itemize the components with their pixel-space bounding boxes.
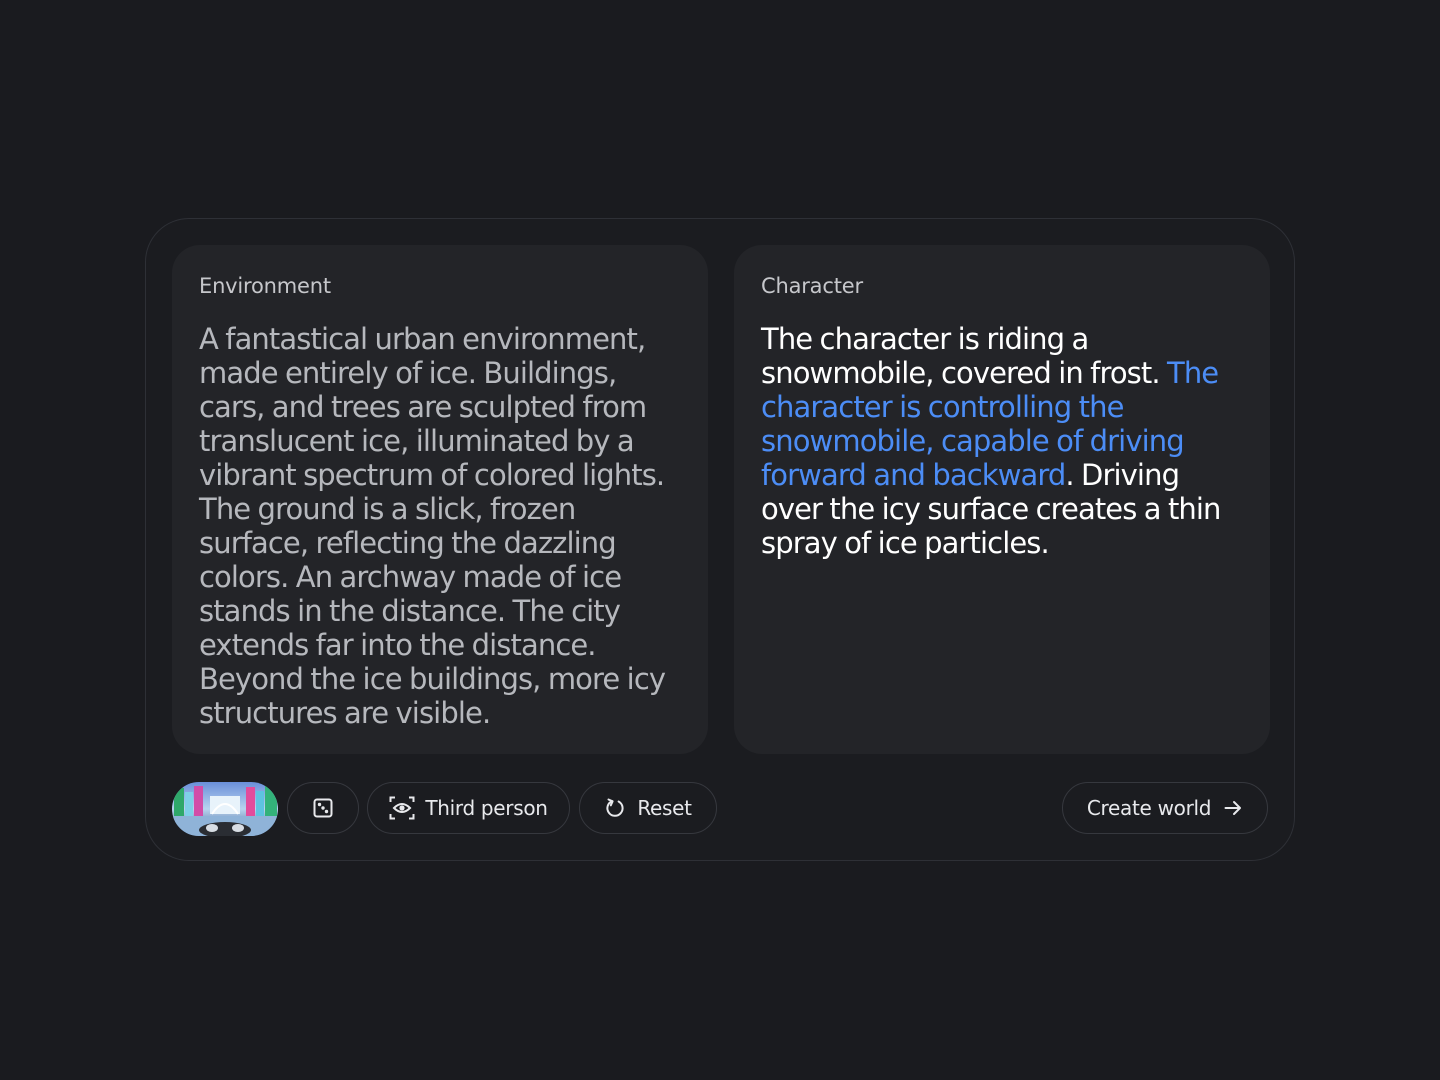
camera-mode-label: Third person: [425, 796, 548, 820]
create-world-label: Create world: [1086, 796, 1212, 820]
reset-button[interactable]: Reset: [579, 782, 717, 834]
reset-icon: [604, 797, 626, 819]
randomize-button[interactable]: [287, 782, 359, 834]
character-text-start: The character is riding a snowmobile, co…: [761, 322, 1167, 390]
controls-bar: Third person Reset Create world: [172, 781, 1268, 837]
dice-icon: [312, 797, 334, 819]
environment-label: Environment: [199, 274, 331, 298]
create-world-button[interactable]: Create world: [1062, 782, 1268, 834]
camera-mode-button[interactable]: Third person: [367, 782, 570, 834]
character-text[interactable]: The character is riding a snowmobile, co…: [761, 322, 1244, 560]
eye-icon: [389, 796, 415, 820]
reset-label: Reset: [637, 796, 692, 820]
arrow-right-icon: [1223, 798, 1243, 818]
environment-text[interactable]: A fantastical urban environment, made en…: [199, 322, 682, 730]
ice-city-thumbnail[interactable]: [172, 782, 278, 836]
character-card[interactable]: Character The character is riding a snow…: [734, 245, 1270, 754]
environment-card[interactable]: Environment A fantastical urban environm…: [172, 245, 708, 754]
ice-city-thumbnail-image: [172, 782, 278, 836]
character-label: Character: [761, 274, 863, 298]
prompt-panel: Environment A fantastical urban environm…: [145, 218, 1295, 861]
